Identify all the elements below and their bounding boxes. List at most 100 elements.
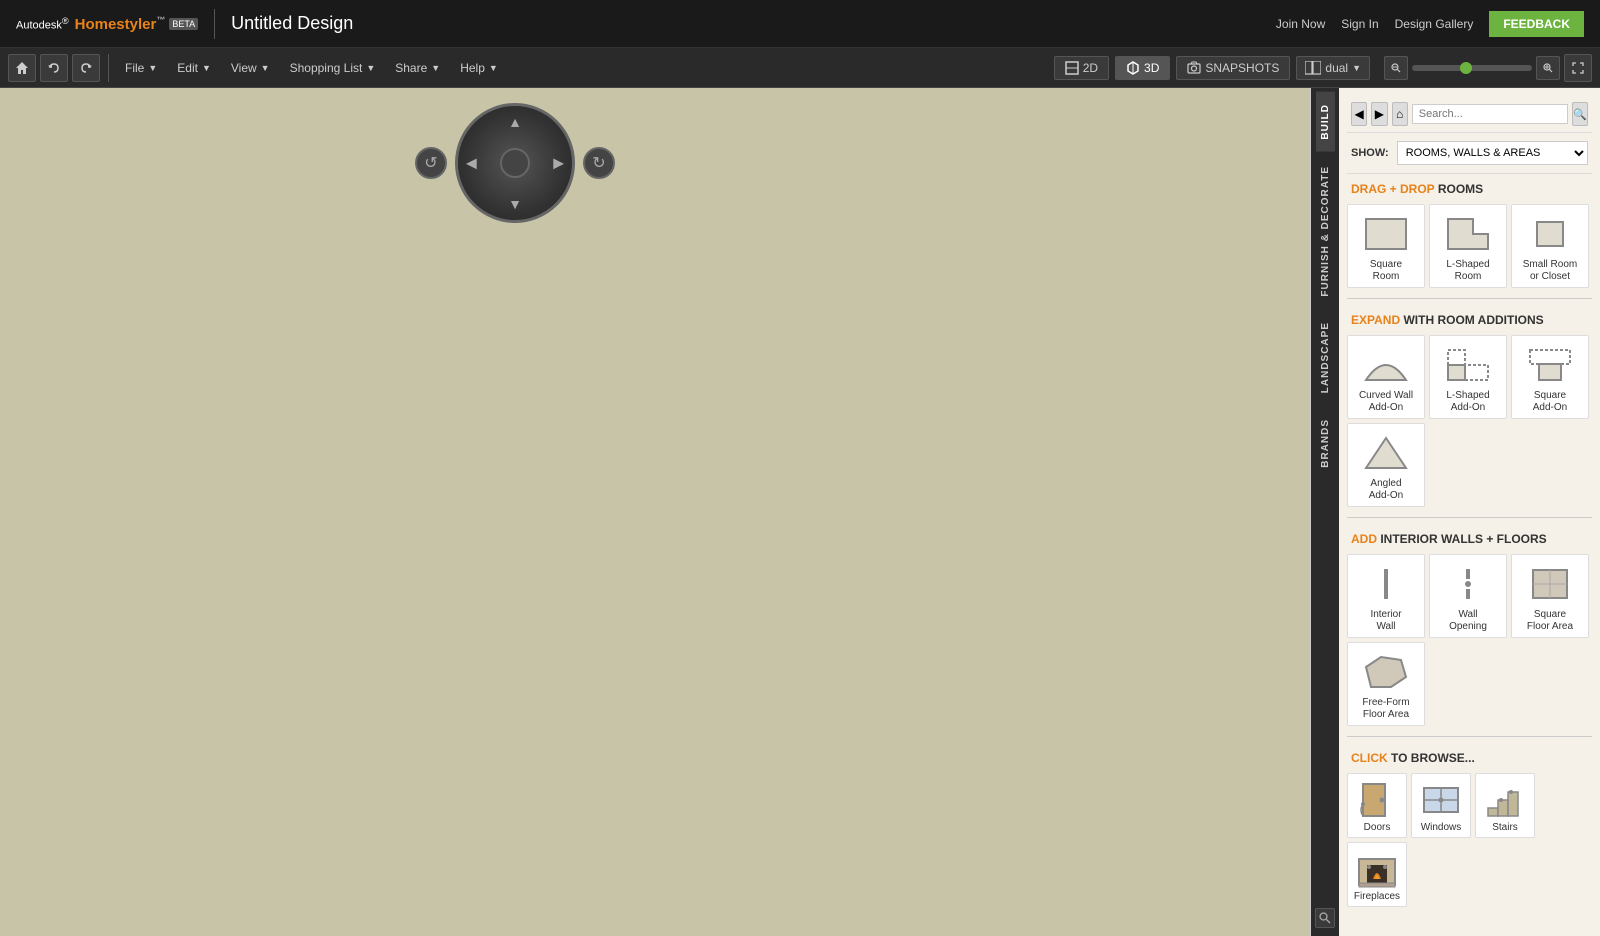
- panel-back-button[interactable]: ◀: [1351, 102, 1367, 126]
- zoom-plus-button[interactable]: [1536, 56, 1560, 80]
- design-gallery-link[interactable]: Design Gallery: [1395, 17, 1474, 31]
- angled-add-icon: [1356, 428, 1416, 478]
- wall-opening-item[interactable]: WallOpening: [1429, 554, 1507, 638]
- walls-grid: InteriorWall WallOpening: [1347, 550, 1592, 730]
- canvas-area[interactable]: ↺ ▲ ▼ ◀ ▶ ↻: [0, 88, 1310, 936]
- zoom-slider[interactable]: [1412, 65, 1532, 71]
- section-divider-2: [1347, 517, 1592, 518]
- windows-item[interactable]: Windows: [1411, 773, 1471, 838]
- wall-opening-label: WallOpening: [1449, 609, 1487, 633]
- panel-forward-button[interactable]: ▶: [1371, 102, 1387, 126]
- drag-drop-subtitle: ROOMS: [1438, 182, 1483, 196]
- square-add-icon: [1520, 340, 1580, 390]
- show-select[interactable]: ROOMS, WALLS & AREAS FLOOR PLAN ALL ELEM…: [1397, 141, 1588, 165]
- logo-autodesk-text: Autodesk®: [16, 16, 69, 32]
- zoom-minus-button[interactable]: [1384, 56, 1408, 80]
- vertical-tabs: BUILD FURNISH & DECORATE LANDSCAPE BRAND…: [1311, 88, 1339, 936]
- home-button[interactable]: [8, 54, 36, 82]
- help-menu[interactable]: Help ▼: [452, 57, 506, 79]
- walls-header: ADD INTERIOR WALLS + FLOORS: [1347, 524, 1592, 550]
- l-shaped-room-item[interactable]: L-ShapedRoom: [1429, 204, 1507, 288]
- brands-tab[interactable]: BRANDS: [1316, 407, 1335, 480]
- panel-navigation: ◀ ▶ ⌂ 🔍: [1347, 96, 1592, 133]
- panel-search-icon[interactable]: [1315, 908, 1335, 928]
- pan-right-arrow: ▶: [553, 155, 564, 172]
- feedback-button[interactable]: FEEDBACK: [1489, 11, 1584, 37]
- small-room-item[interactable]: Small Roomor Closet: [1511, 204, 1589, 288]
- furnish-decorate-tab[interactable]: FURNISH & DECORATE: [1316, 154, 1335, 309]
- square-floor-item[interactable]: SquareFloor Area: [1511, 554, 1589, 638]
- file-menu[interactable]: File ▼: [117, 57, 165, 79]
- logo-homestyler: Homestyler™: [75, 15, 166, 33]
- doors-icon: [1353, 778, 1401, 822]
- angled-add-label: AngledAdd-On: [1369, 478, 1403, 502]
- zoom-in-icon: [1543, 63, 1553, 73]
- dual-view-button[interactable]: dual ▼: [1296, 56, 1370, 80]
- square-add-item[interactable]: SquareAdd-On: [1511, 335, 1589, 419]
- redo-button[interactable]: [72, 54, 100, 82]
- panel-home-button[interactable]: ⌂: [1392, 102, 1408, 126]
- l-shaped-add-item[interactable]: L-ShapedAdd-On: [1429, 335, 1507, 419]
- fullscreen-button[interactable]: [1564, 54, 1592, 82]
- main-area: ↺ ▲ ▼ ◀ ▶ ↻ BUILD FURNISH & DECORATE LAN…: [0, 88, 1600, 936]
- edit-menu[interactable]: Edit ▼: [169, 57, 219, 79]
- view-3d-button[interactable]: 3D: [1115, 56, 1170, 80]
- dual-icon: [1305, 61, 1321, 75]
- rotate-right-button[interactable]: ↻: [583, 147, 615, 179]
- freeform-floor-label: Free-FormFloor Area: [1362, 697, 1409, 721]
- build-tab[interactable]: BUILD: [1316, 92, 1335, 152]
- share-menu[interactable]: Share ▼: [387, 57, 448, 79]
- freeform-floor-item[interactable]: Free-FormFloor Area: [1347, 642, 1425, 726]
- camera-icon: [1187, 61, 1201, 75]
- view-menu[interactable]: View ▼: [223, 57, 278, 79]
- browse-header: CLICK TO BROWSE...: [1347, 743, 1592, 769]
- view-3d-icon: [1126, 61, 1140, 75]
- pan-up-arrow: ▲: [508, 114, 522, 130]
- l-shaped-add-label: L-ShapedAdd-On: [1446, 390, 1489, 414]
- doors-item[interactable]: Doors: [1347, 773, 1407, 838]
- curved-wall-item[interactable]: Curved WallAdd-On: [1347, 335, 1425, 419]
- undo-button[interactable]: [40, 54, 68, 82]
- sign-in-link[interactable]: Sign In: [1341, 17, 1378, 31]
- right-panel: BUILD FURNISH & DECORATE LANDSCAPE BRAND…: [1310, 88, 1600, 936]
- zoom-thumb[interactable]: [1460, 62, 1472, 74]
- dual-arrow: ▼: [1352, 63, 1361, 73]
- angled-add-item[interactable]: AngledAdd-On: [1347, 423, 1425, 507]
- browse-grid: Doors Windows: [1347, 769, 1592, 911]
- walls-subtitle: INTERIOR WALLS + FLOORS: [1380, 532, 1546, 546]
- rooms-grid: SquareRoom L-ShapedRoom: [1347, 200, 1592, 292]
- pan-control[interactable]: ▲ ▼ ◀ ▶: [455, 103, 575, 223]
- logo-tm: ™: [156, 15, 165, 25]
- browse-subtitle: TO BROWSE...: [1391, 751, 1475, 765]
- square-floor-label: SquareFloor Area: [1527, 609, 1573, 633]
- square-add-label: SquareAdd-On: [1533, 390, 1567, 414]
- top-divider: [214, 9, 215, 39]
- fireplaces-item[interactable]: Fireplaces: [1347, 842, 1407, 907]
- view-2d-button[interactable]: 2D: [1054, 56, 1109, 80]
- shopping-list-menu[interactable]: Shopping List ▼: [282, 57, 384, 79]
- rotate-left-button[interactable]: ↺: [415, 147, 447, 179]
- snapshots-button[interactable]: SNAPSHOTS: [1176, 56, 1290, 80]
- toolbar-divider: [108, 54, 109, 82]
- drag-drop-header: DRAG + DROP ROOMS: [1347, 174, 1592, 200]
- landscape-tab[interactable]: LANDSCAPE: [1316, 310, 1335, 405]
- wall-opening-icon: [1438, 559, 1498, 609]
- redo-icon: [79, 61, 93, 75]
- l-shaped-room-label: L-ShapedRoom: [1446, 259, 1489, 283]
- stairs-item[interactable]: Stairs: [1475, 773, 1535, 838]
- join-now-link[interactable]: Join Now: [1276, 17, 1325, 31]
- panel-content: ◀ ▶ ⌂ 🔍 SHOW: ROOMS, WALLS & AREAS FLOOR…: [1339, 88, 1600, 936]
- view-arrow: ▼: [261, 63, 270, 73]
- home-icon: [15, 61, 29, 75]
- freeform-floor-icon: [1356, 647, 1416, 697]
- toolbar: File ▼ Edit ▼ View ▼ Shopping List ▼ Sha…: [0, 48, 1600, 88]
- square-room-item[interactable]: SquareRoom: [1347, 204, 1425, 288]
- interior-wall-label: InteriorWall: [1370, 609, 1401, 633]
- design-title[interactable]: Untitled Design: [231, 13, 353, 34]
- panel-search-button[interactable]: 🔍: [1572, 102, 1588, 126]
- expand-subtitle: WITH ROOM ADDITIONS: [1403, 313, 1543, 327]
- interior-wall-item[interactable]: InteriorWall: [1347, 554, 1425, 638]
- pan-center[interactable]: [500, 148, 530, 178]
- curved-wall-label: Curved WallAdd-On: [1359, 390, 1413, 414]
- panel-search-input[interactable]: [1412, 104, 1568, 124]
